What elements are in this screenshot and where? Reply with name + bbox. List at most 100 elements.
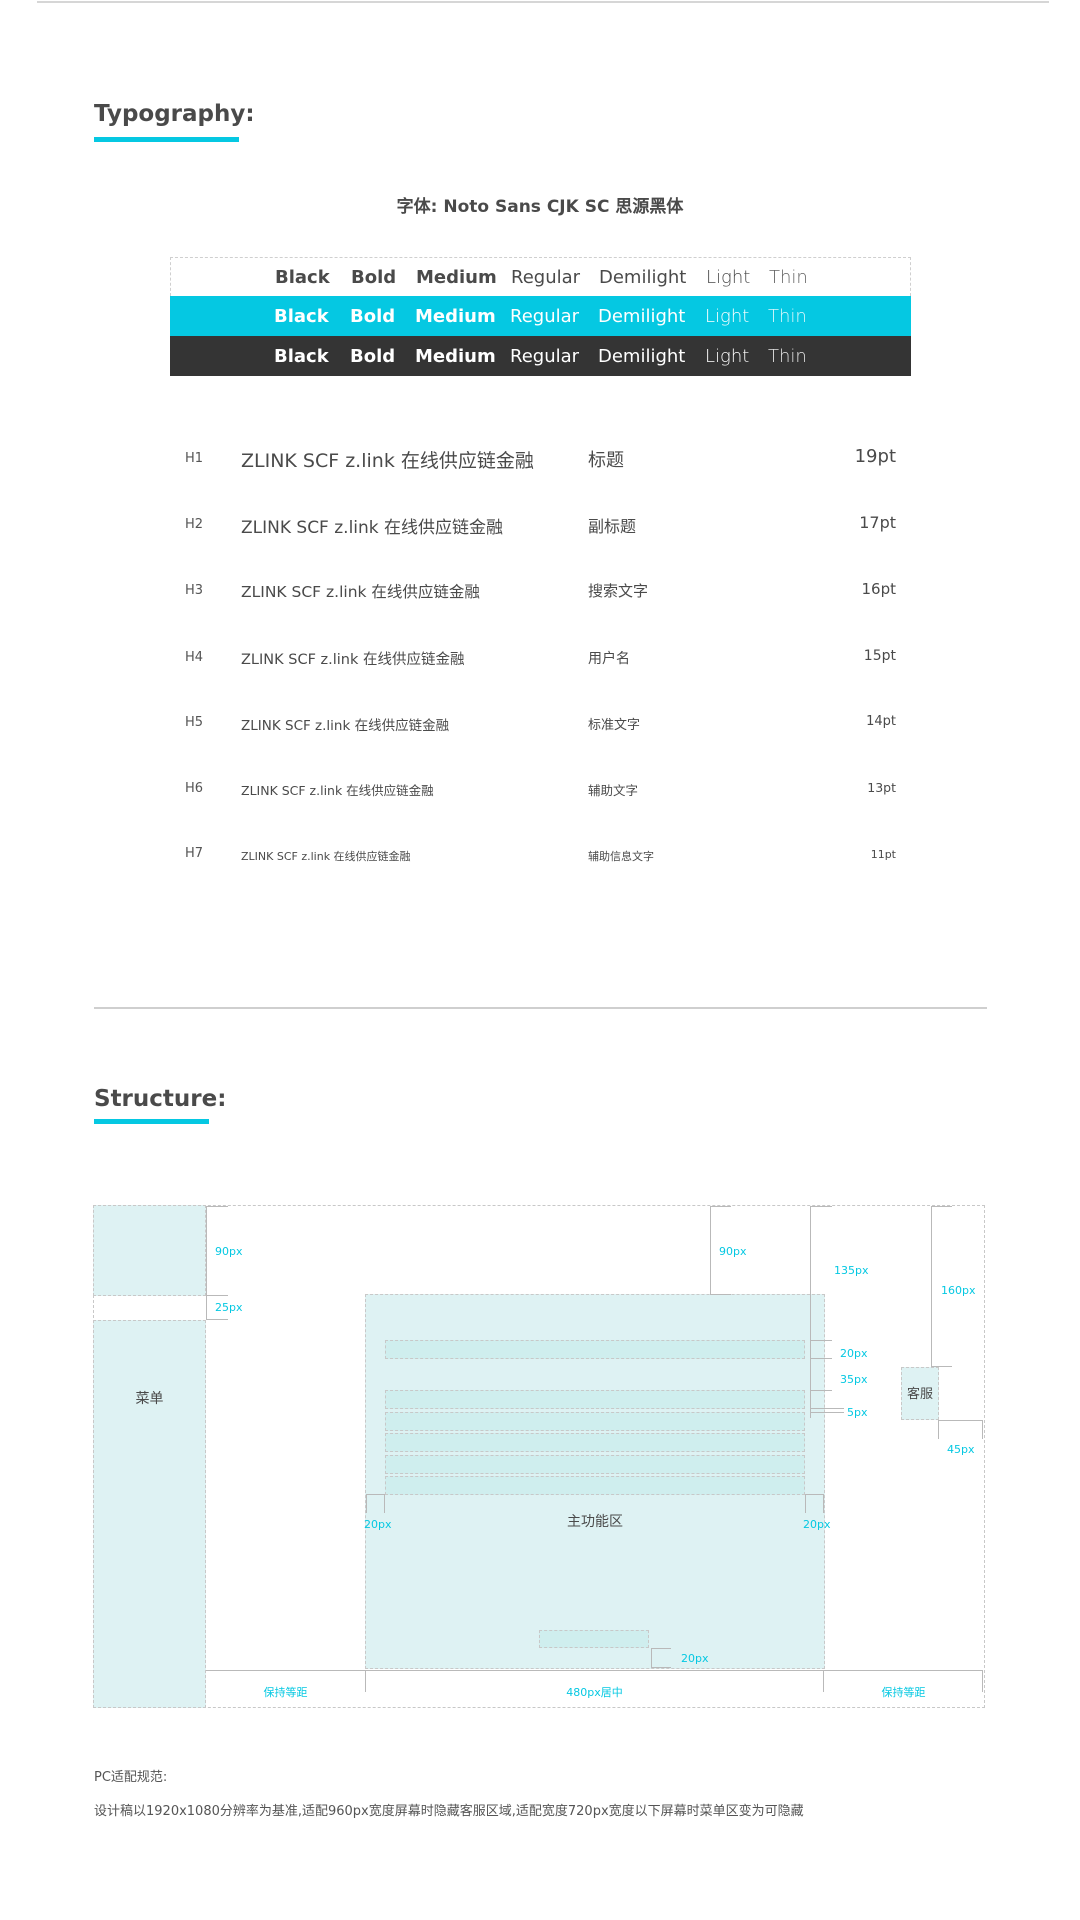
weight-thin: Thin: [768, 345, 807, 367]
type-size: 13pt: [867, 780, 896, 795]
type-row-h5: H5 ZLINK SCF z.link 在线供应链金融 标准文字 14pt: [185, 714, 896, 744]
measure-main-top: 90px: [719, 1245, 747, 1258]
measure-line: [805, 1494, 824, 1495]
main-label: 主功能区: [567, 1514, 623, 1530]
type-sample: ZLINK SCF z.link 在线供应链金融: [241, 850, 411, 863]
weight-row-dark-bg: Black Bold Medium Regular Demilight Ligh…: [170, 336, 911, 376]
type-usage: 标题: [588, 450, 624, 471]
measure-service-right: 45px: [947, 1443, 975, 1456]
weight-medium: Medium: [415, 305, 496, 327]
measure-line: [710, 1294, 731, 1295]
type-sample: ZLINK SCF z.link 在线供应链金融: [241, 718, 450, 734]
type-sample: ZLINK SCF z.link 在线供应链金融: [241, 518, 504, 538]
measure-line: [651, 1648, 652, 1668]
measure-line: [810, 1206, 832, 1207]
measure-line: [810, 1206, 811, 1418]
measure-line: [810, 1358, 832, 1359]
weight-bold: Bold: [350, 345, 396, 367]
weight-demilight: Demilight: [598, 345, 686, 367]
measure-first-bar-top: 135px: [834, 1264, 869, 1277]
type-size: 16pt: [861, 580, 897, 598]
content-bar: [385, 1390, 805, 1409]
measure-bottom-padding: 20px: [681, 1652, 709, 1665]
measure-line: [931, 1366, 952, 1367]
service-label: 客服: [906, 1387, 933, 1402]
type-usage: 辅助文字: [588, 783, 639, 798]
measure-line: [810, 1340, 832, 1341]
structure-title: Structure:: [94, 1086, 227, 1112]
type-row-h4: H4 ZLINK SCF z.link 在线供应链金融 用户名 15pt: [185, 648, 896, 678]
measure-main-padding-left: 20px: [364, 1518, 392, 1531]
measure-menu-header: 90px: [215, 1245, 243, 1258]
type-size: 11pt: [870, 848, 896, 861]
weight-thin: Thin: [768, 305, 807, 327]
notes-body: 设计稿以1920x1080分辨率为基准,适配960px宽度屏幕时隐藏客服区域,适…: [94, 1804, 804, 1819]
measure-menu-gap: 25px: [215, 1301, 243, 1314]
type-level: H7: [185, 846, 204, 861]
weight-black: Black: [274, 345, 329, 367]
type-usage: 搜索文字: [588, 582, 649, 600]
measure-line: [810, 1408, 844, 1409]
type-size: 14pt: [866, 714, 896, 729]
type-level: H1: [185, 451, 204, 466]
type-sample: ZLINK SCF z.link 在线供应链金融: [241, 652, 465, 668]
weight-light: Light: [706, 266, 751, 288]
type-level: H2: [185, 517, 204, 532]
weight-row-light-bg: Black Bold Medium Regular Demilight Ligh…: [170, 257, 911, 296]
type-sample: ZLINK SCF z.link 在线供应链金融: [241, 583, 480, 601]
measure-line: [206, 1670, 983, 1671]
measure-line: [384, 1494, 385, 1513]
top-divider: [37, 1, 1049, 3]
content-bar: [385, 1476, 805, 1495]
measure-line: [810, 1390, 832, 1391]
service-zone: 客服: [901, 1367, 939, 1420]
weight-regular: Regular: [510, 345, 580, 367]
measure-line: [938, 1420, 939, 1439]
type-level: H6: [185, 781, 204, 796]
measure-line: [931, 1206, 932, 1367]
menu-header-zone: [93, 1205, 206, 1296]
measure-line: [651, 1648, 671, 1649]
type-row-h1: H1 ZLINK SCF z.link 在线供应链金融 标题 19pt: [185, 446, 896, 476]
measure-line: [206, 1206, 228, 1207]
type-usage: 用户名: [588, 651, 630, 667]
measure-right-equal: 保持等距: [881, 1686, 926, 1699]
type-usage: 辅助信息文字: [588, 850, 654, 863]
type-row-h7: H7 ZLINK SCF z.link 在线供应链金融 辅助信息文字 11pt: [185, 846, 896, 876]
weight-demilight: Demilight: [598, 305, 686, 327]
type-sample: ZLINK SCF z.link 在线供应链金融: [241, 783, 434, 798]
measure-line: [931, 1206, 952, 1207]
font-family-caption: 字体: Noto Sans CJK SC 思源黑体: [396, 197, 684, 217]
weight-bold: Bold: [351, 266, 397, 288]
weight-black: Black: [274, 305, 329, 327]
weight-light: Light: [705, 305, 750, 327]
measure-line: [206, 1295, 228, 1296]
type-row-h2: H2 ZLINK SCF z.link 在线供应链金融 副标题 17pt: [185, 513, 896, 543]
weight-row-accent-bg: Black Bold Medium Regular Demilight Ligh…: [170, 296, 911, 336]
measure-line: [366, 1494, 385, 1495]
measure-left-equal: 保持等距: [263, 1686, 308, 1699]
measure-service-top: 160px: [941, 1284, 976, 1297]
weight-medium: Medium: [415, 345, 496, 367]
measure-main-padding-right: 20px: [803, 1518, 831, 1531]
type-level: H3: [185, 583, 204, 598]
weight-bold: Bold: [350, 305, 396, 327]
measure-line: [710, 1206, 731, 1207]
section-divider: [94, 1007, 987, 1009]
type-usage: 标准文字: [588, 718, 641, 733]
bottom-action-bar: [539, 1630, 649, 1648]
content-bar: [385, 1340, 805, 1359]
weight-black: Black: [275, 266, 330, 288]
measure-bar-spacing: 5px: [847, 1406, 868, 1419]
notes-heading: PC适配规范:: [94, 1770, 168, 1785]
weight-thin: Thin: [769, 266, 808, 288]
type-size: 19pt: [854, 446, 896, 467]
weight-medium: Medium: [416, 266, 497, 288]
measure-bar-height: 20px: [840, 1347, 868, 1360]
content-bar: [385, 1412, 805, 1431]
weight-demilight: Demilight: [599, 266, 687, 288]
measure-line: [938, 1420, 983, 1421]
measure-line: [823, 1494, 824, 1513]
content-bar: [385, 1433, 805, 1452]
measure-bar-gap: 35px: [840, 1373, 868, 1386]
